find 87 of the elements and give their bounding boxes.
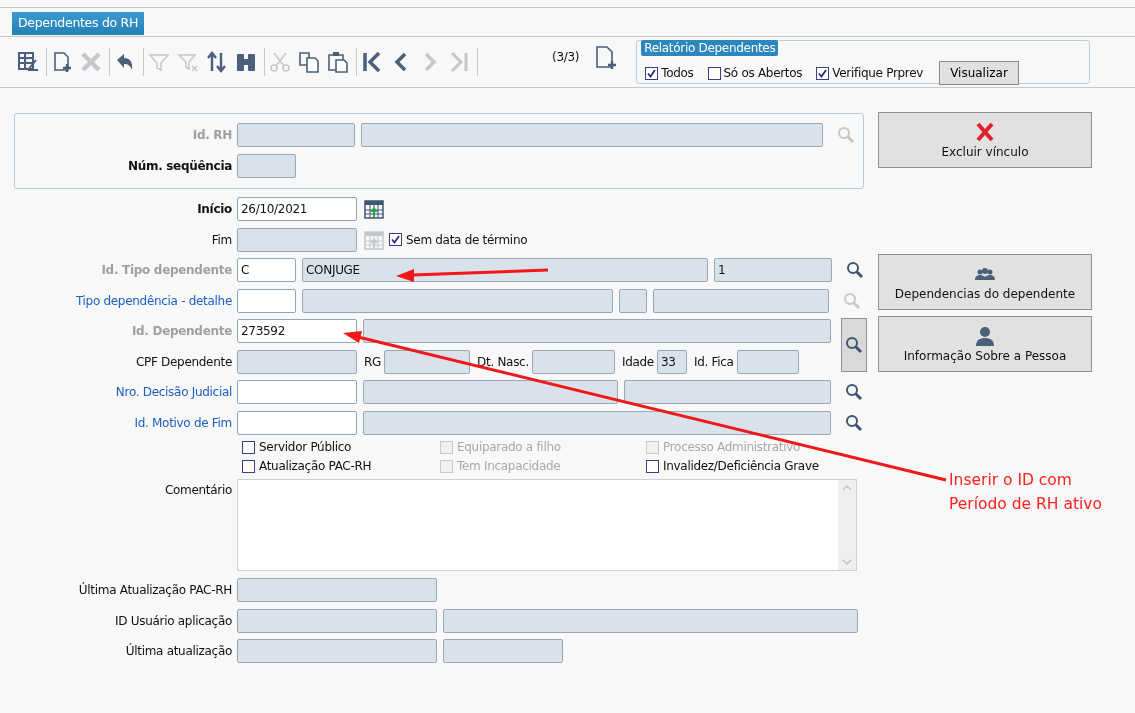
person-icon xyxy=(974,325,996,346)
text-field[interactable] xyxy=(237,410,357,435)
comment-area[interactable] xyxy=(237,479,857,571)
action-button[interactable]: Dependencias do dependente xyxy=(878,254,1092,310)
checkbox[interactable] xyxy=(816,66,830,80)
close-icon xyxy=(974,121,996,142)
grid-edit-icon[interactable] xyxy=(16,50,40,74)
text-field[interactable] xyxy=(363,380,618,404)
checkbox[interactable] xyxy=(242,440,255,454)
field-label: ID Usuário aplicação xyxy=(114,613,233,628)
checkbox-label: Invalidez/Deficiência Grave xyxy=(663,459,819,473)
text-field[interactable] xyxy=(302,288,613,313)
text-field[interactable] xyxy=(237,349,357,374)
group-title: Relatório Dependentes xyxy=(641,40,779,56)
paste-icon[interactable] xyxy=(326,50,350,74)
text-field[interactable] xyxy=(237,608,437,633)
field-label: RG xyxy=(364,354,382,369)
sort-icon[interactable] xyxy=(205,50,229,74)
field-label[interactable]: Tipo dependência - detalhe xyxy=(0,293,237,308)
text-field[interactable] xyxy=(624,380,831,404)
checkbox[interactable] xyxy=(645,66,659,80)
field-label: Id. RH xyxy=(191,128,233,142)
view-button[interactable]: Visualizar xyxy=(939,61,1019,85)
text-field[interactable] xyxy=(361,123,823,147)
checkbox[interactable] xyxy=(389,233,402,246)
field-label: Comentário xyxy=(163,482,233,499)
checkbox-label: Sem data de término xyxy=(406,232,528,247)
field-label: Última atualização xyxy=(124,644,233,658)
text-field[interactable] xyxy=(619,288,647,313)
text-field[interactable] xyxy=(237,153,296,178)
checkbox-label: Verifique Prprev xyxy=(832,66,924,80)
field-label: Id. Dependente xyxy=(130,324,233,338)
checkbox[interactable] xyxy=(646,459,659,473)
text-field[interactable] xyxy=(237,578,437,602)
checkbox-label: Processo Administrativo xyxy=(663,440,801,454)
text-field[interactable]: 33 xyxy=(656,349,687,374)
text-field[interactable] xyxy=(384,349,471,374)
text-field[interactable] xyxy=(653,288,829,313)
text-field[interactable] xyxy=(237,123,355,147)
calendar-icon[interactable] xyxy=(363,198,385,220)
text-field[interactable] xyxy=(237,288,296,313)
field-label[interactable]: Id. Motivo de Fim xyxy=(0,415,237,430)
field-label: Núm. seqüência xyxy=(126,158,233,173)
field-label: Fim xyxy=(210,232,233,247)
text-field[interactable] xyxy=(443,639,563,663)
checkbox-label: Tem Incapacidade xyxy=(457,459,561,473)
text-field[interactable] xyxy=(237,380,357,404)
field-label: Início xyxy=(196,202,233,216)
annotation-text: Inserir o ID com Período de RH ativo xyxy=(949,470,1103,515)
text-field[interactable] xyxy=(363,410,831,435)
text-field[interactable]: 273592 xyxy=(237,319,357,343)
text-field[interactable]: 1 xyxy=(714,258,832,282)
search-icon[interactable] xyxy=(845,383,863,401)
field-label: Id. Tipo dependente xyxy=(100,263,233,277)
record-counter: (3/3) xyxy=(552,50,580,64)
checkbox[interactable] xyxy=(242,459,255,473)
text-field[interactable] xyxy=(237,227,357,252)
checkbox-label: Equiparado a filho xyxy=(457,440,561,454)
action-button[interactable]: Informação Sobre a Pessoa xyxy=(878,316,1092,372)
field-label: Idade xyxy=(621,354,654,369)
scrollbar[interactable] xyxy=(838,480,856,570)
checkbox[interactable] xyxy=(707,66,721,80)
text-field[interactable]: 26/10/2021 xyxy=(237,197,357,221)
text-field[interactable] xyxy=(736,349,799,374)
checkbox-label: Atualização PAC-RH xyxy=(259,459,372,473)
field-label: Id. Fica xyxy=(693,354,734,369)
search-button[interactable] xyxy=(841,318,867,372)
text-field[interactable] xyxy=(237,639,437,663)
delete-button[interactable]: Excluir vínculo xyxy=(878,112,1092,168)
new-document-icon[interactable] xyxy=(593,45,618,71)
checkbox-label: Todos xyxy=(661,66,694,80)
text-field[interactable] xyxy=(363,319,831,343)
field-label: Última Atualização PAC-RH xyxy=(77,583,233,597)
text-field[interactable]: CONJUGE xyxy=(302,258,708,282)
search-icon[interactable] xyxy=(846,261,864,279)
field-label: CPF Dependente xyxy=(134,354,233,369)
field-label: Dt. Nasc. xyxy=(477,354,529,369)
search-icon xyxy=(845,336,863,354)
field-label[interactable]: Nro. Decisão Judicial xyxy=(0,385,237,399)
checkbox-label: Servidor Público xyxy=(259,440,352,454)
search-icon[interactable] xyxy=(845,413,863,432)
checkbox-label: Só os Abertos xyxy=(723,66,803,80)
text-field[interactable]: C xyxy=(237,258,296,282)
copy-icon[interactable] xyxy=(297,50,321,74)
text-field[interactable] xyxy=(443,608,858,633)
text-field[interactable] xyxy=(531,349,615,374)
tab[interactable]: Dependentes do RH xyxy=(12,12,145,35)
